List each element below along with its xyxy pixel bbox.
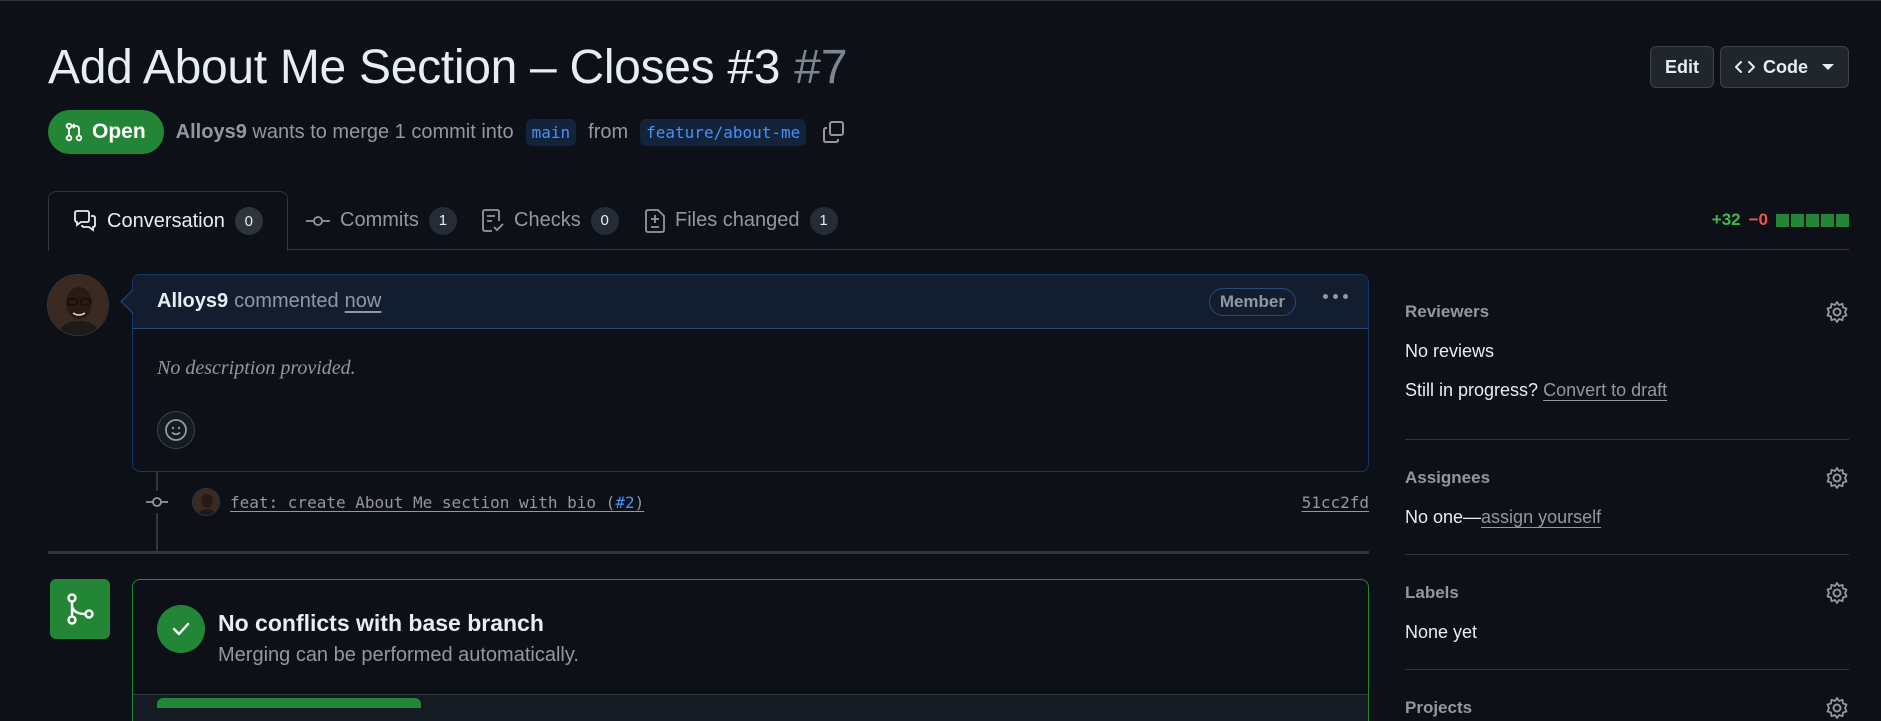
- conversation-icon: [74, 210, 96, 232]
- labels-value: None yet: [1405, 622, 1478, 642]
- file-diff-icon: [645, 208, 665, 233]
- merge-description: Alloys9 wants to merge 1 commit into: [176, 121, 514, 144]
- comment-header: Alloys9 commented now Member: [133, 275, 1368, 329]
- avatar[interactable]: [47, 274, 109, 336]
- member-badge: Member: [1208, 288, 1296, 316]
- comment-body: No description provided.: [157, 357, 356, 379]
- top-border: [0, 0, 1881, 1]
- pr-title-row: Add About Me Section – Closes #3 #7: [48, 40, 848, 95]
- author-link[interactable]: Alloys9: [176, 121, 247, 143]
- commit-message-end: ): [634, 492, 645, 512]
- draft-prompt: Still in progress? Convert to draft: [1405, 380, 1667, 401]
- sidebar-projects: Projects: [1405, 670, 1849, 721]
- status-badge: Open: [48, 110, 164, 154]
- labels-heading[interactable]: Labels: [1405, 583, 1459, 603]
- header-actions: Edit Code: [1650, 46, 1849, 88]
- status-label: Open: [92, 120, 146, 143]
- sidebar-labels: Labels None yet: [1405, 555, 1849, 670]
- commit-message: feat: create About Me section with bio (: [230, 492, 616, 512]
- commit-sha[interactable]: 51cc2fd: [1302, 493, 1369, 512]
- assignees-none: No one—: [1405, 507, 1482, 527]
- sidebar-reviewers: Reviewers No reviews Still in progress? …: [1405, 290, 1849, 440]
- chevron-down-icon: [1822, 64, 1834, 70]
- gear-icon[interactable]: [1825, 696, 1849, 721]
- tab-conversation[interactable]: Conversation 0: [48, 191, 288, 251]
- comment-box: Alloys9 commented now Member No descript…: [132, 274, 1369, 472]
- head-branch[interactable]: feature/about-me: [640, 118, 807, 146]
- kebab-menu-icon[interactable]: [1323, 294, 1348, 299]
- tab-checks[interactable]: Checks 0: [458, 191, 643, 250]
- tab-label: Files changed: [675, 209, 800, 231]
- comment-action: commented: [234, 290, 339, 312]
- diffstat-blocks: [1776, 213, 1849, 227]
- commit-icon: [146, 491, 168, 513]
- commit-ref-link[interactable]: #2: [615, 493, 634, 512]
- tab-commits[interactable]: Commits 1: [282, 191, 481, 250]
- timeline-divider: [48, 551, 1369, 554]
- assignees-heading[interactable]: Assignees: [1405, 468, 1490, 488]
- projects-heading[interactable]: Projects: [1405, 698, 1472, 718]
- merge-footer: [133, 695, 1368, 721]
- diffstat: +32 −0: [1712, 210, 1849, 230]
- sidebar: Reviewers No reviews Still in progress? …: [1405, 290, 1849, 721]
- pr-title: Add About Me Section – Closes #3: [48, 41, 781, 94]
- assignees-value: No one—assign yourself: [1405, 507, 1601, 528]
- from-text: from: [588, 120, 629, 143]
- edit-button[interactable]: Edit: [1650, 46, 1714, 88]
- pull-request-icon: [65, 122, 83, 142]
- edit-label: Edit: [1665, 56, 1699, 77]
- merge-box: No conflicts with base branch Merging ca…: [132, 579, 1369, 721]
- tab-counter: 0: [590, 206, 619, 235]
- timeline-commit: feat: create About Me section with bio (…: [146, 488, 1369, 516]
- comment-author[interactable]: Alloys9: [157, 290, 228, 313]
- code-button[interactable]: Code: [1720, 46, 1849, 88]
- checklist-icon: [482, 208, 504, 232]
- tab-counter: 0: [234, 207, 263, 235]
- git-merge-icon: [50, 579, 110, 639]
- tab-label: Conversation: [107, 209, 225, 232]
- gear-icon[interactable]: [1825, 466, 1849, 495]
- smiley-icon: [165, 419, 187, 441]
- pr-number: #7: [794, 41, 848, 94]
- code-label: Code: [1763, 56, 1808, 77]
- tab-label: Commits: [340, 209, 419, 231]
- merge-button[interactable]: [157, 698, 421, 708]
- add-reaction-button[interactable]: [157, 411, 195, 449]
- commit-message-link[interactable]: feat: create About Me section with bio (…: [230, 493, 644, 512]
- deletions-count: −0: [1748, 210, 1768, 229]
- merge-status-subtitle: Merging can be performed automatically.: [218, 644, 579, 666]
- tab-counter: 1: [428, 206, 457, 235]
- comment-timestamp[interactable]: now: [345, 290, 382, 313]
- reviewers-heading[interactable]: Reviewers: [1405, 302, 1489, 322]
- gear-icon[interactable]: [1825, 300, 1849, 329]
- pr-tabs: Conversation 0 Commits 1 Checks 0 Files …: [48, 191, 1849, 251]
- commit-icon: [306, 215, 330, 226]
- convert-to-draft-link[interactable]: Convert to draft: [1543, 380, 1667, 400]
- check-circle-icon: [157, 605, 205, 653]
- code-icon: [1735, 61, 1755, 73]
- reviewers-value: No reviews: [1405, 341, 1495, 361]
- tab-counter: 1: [809, 206, 838, 235]
- draft-prompt-text: Still in progress?: [1405, 380, 1539, 400]
- tab-files-changed[interactable]: Files changed 1: [621, 191, 862, 250]
- pr-meta-row: Open Alloys9 wants to merge 1 commit int…: [48, 110, 846, 154]
- merge-status-title: No conflicts with base branch: [218, 610, 544, 636]
- tab-label: Checks: [514, 209, 581, 231]
- commit-author-avatar[interactable]: [192, 488, 220, 516]
- base-branch[interactable]: main: [525, 118, 577, 146]
- gear-icon[interactable]: [1825, 581, 1849, 610]
- merge-text: wants to merge 1 commit into: [252, 120, 514, 143]
- sidebar-assignees: Assignees No one—assign yourself: [1405, 440, 1849, 555]
- assign-yourself-link[interactable]: assign yourself: [1481, 507, 1601, 527]
- copy-icon[interactable]: [822, 120, 846, 144]
- additions-count: +32: [1711, 210, 1741, 229]
